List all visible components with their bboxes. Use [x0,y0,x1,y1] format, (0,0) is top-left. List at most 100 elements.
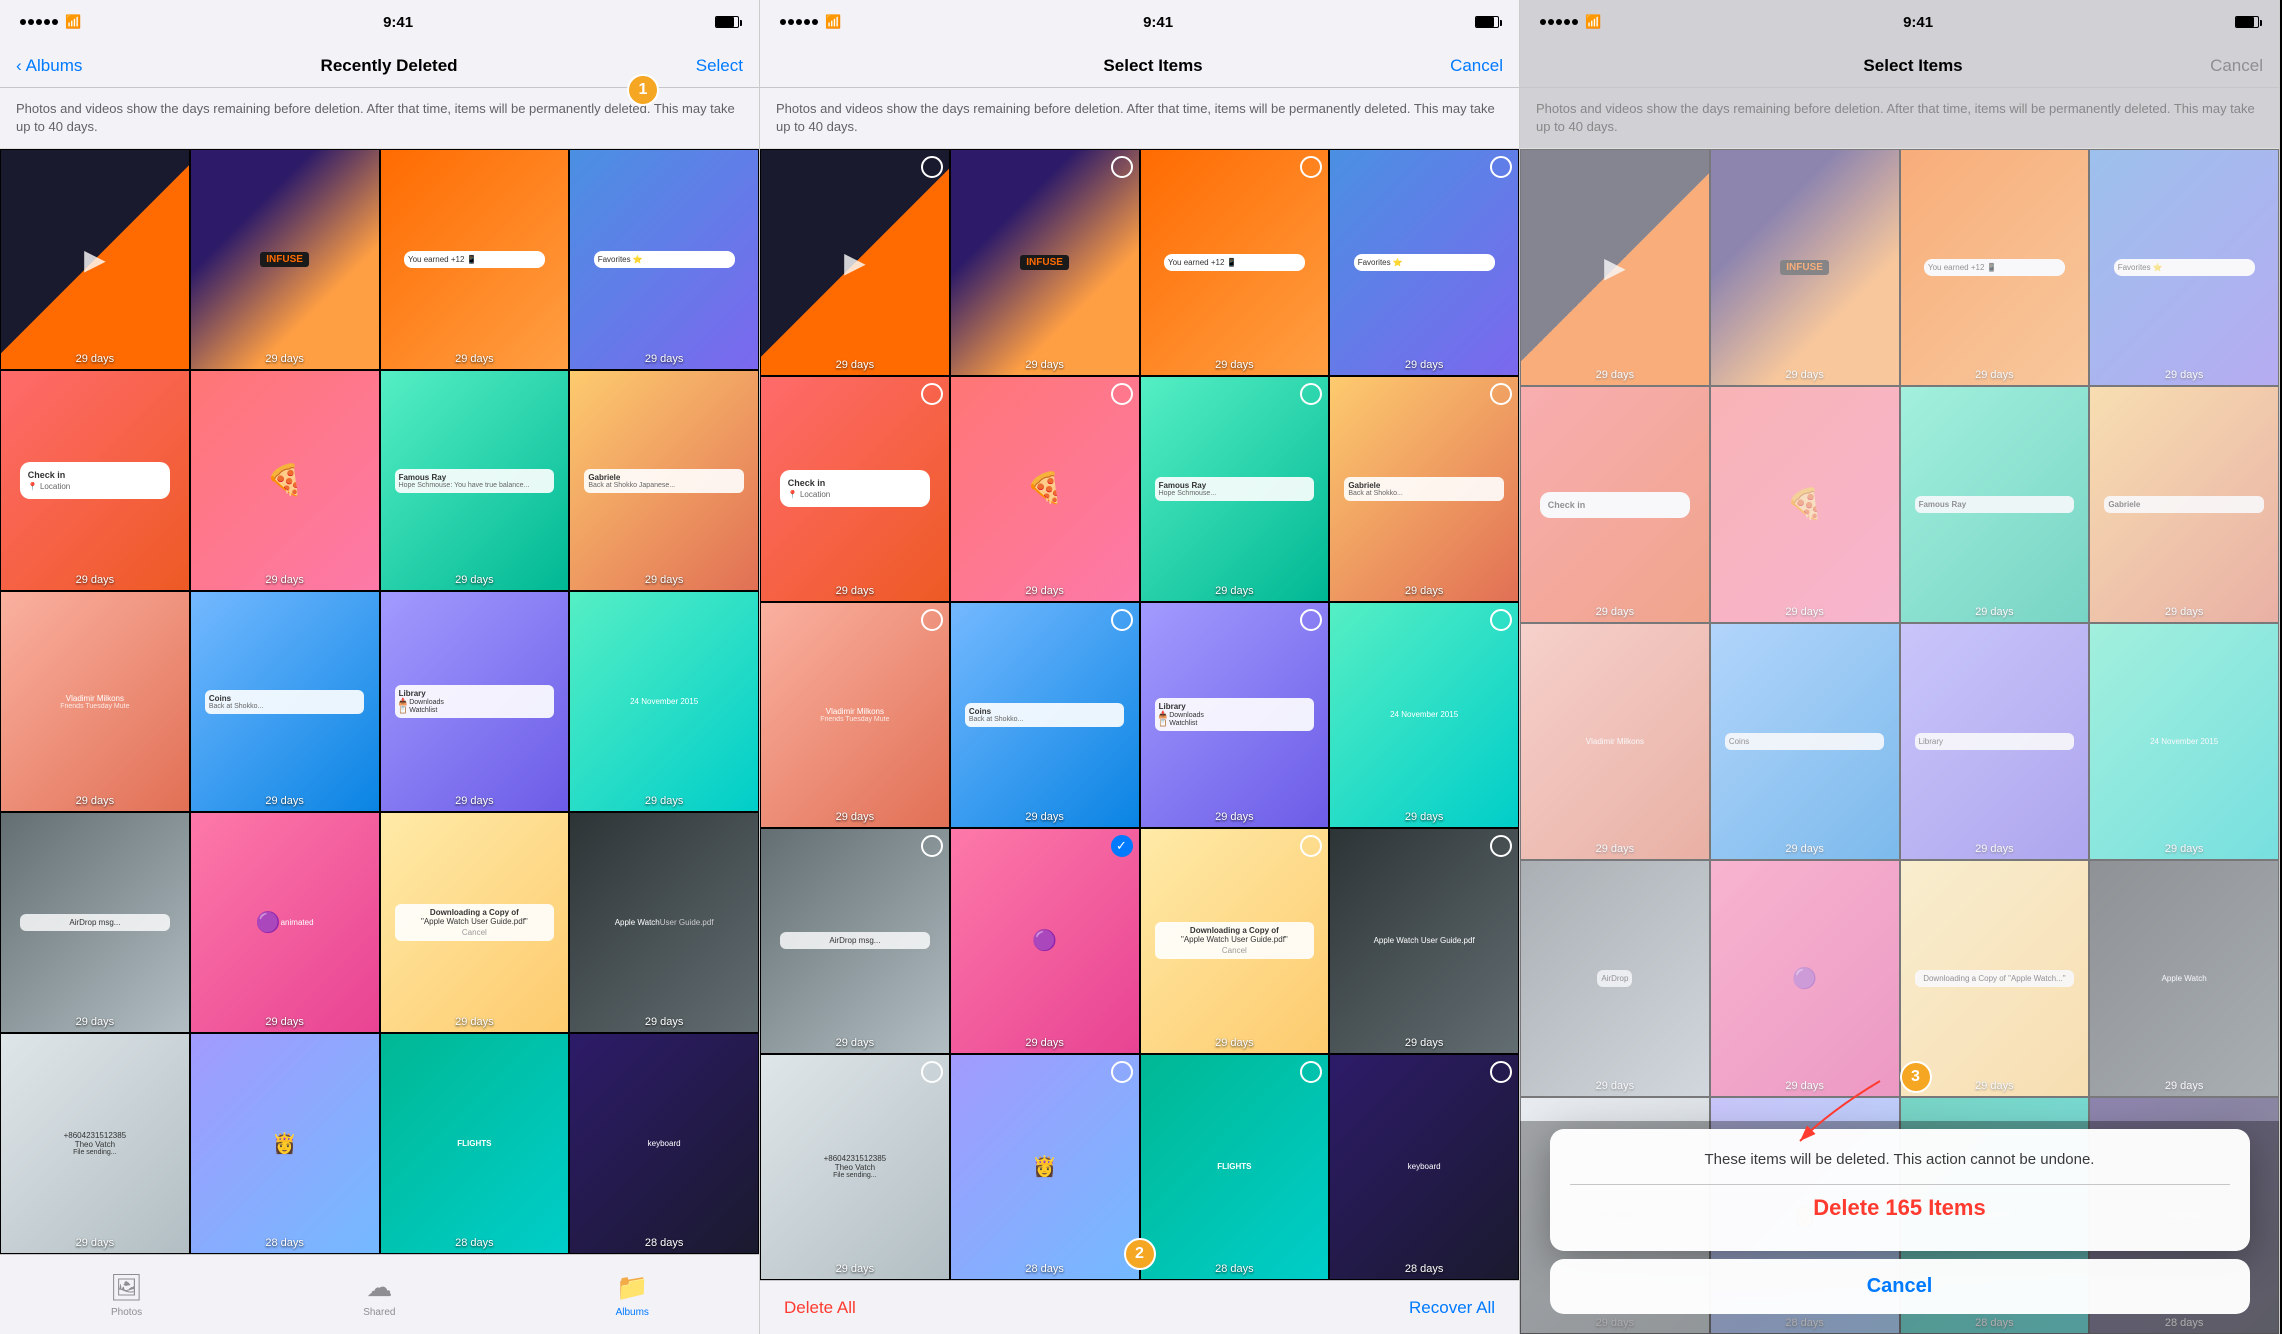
grid-cell-2-1-2[interactable]: INFUSE 29 days [950,149,1140,375]
cell-bg: ▶ [761,150,949,374]
grid-cell-1-2-1[interactable]: Check in 📍 Location 29 days [0,370,190,591]
grid-cell-2-3-2[interactable]: CoinsBack at Shokko... 29 days [950,602,1140,828]
battery-2 [1475,16,1499,28]
dot1 [1540,19,1546,25]
grid-cell-2-1-3[interactable]: You earned +12 📱 29 days [1140,149,1330,375]
grid-cell-2-2-1[interactable]: Check in📍 Location 29 days [760,376,950,602]
day-label: 28 days [191,1237,379,1249]
dot4 [44,19,50,25]
dot4 [1564,19,1570,25]
grid-cell-1-5-3[interactable]: FLIGHTS 28 days [380,1033,570,1254]
cell-bg: keyboard [570,1034,758,1253]
grid-cell-2-3-4[interactable]: 24 November 2015 29 days [1329,602,1519,828]
nav-bar-3: Select Items Cancel [1520,44,2279,88]
grid-cell-2-5-3[interactable]: FLIGHTS 28 days [1140,1054,1330,1280]
grid-cell-1-2-4[interactable]: Gabriele Back at Shokko Japanese... 29 d… [569,370,759,591]
grid-cell-1-3-4[interactable]: 24 November 2015 29 days [569,591,759,812]
selection-circle [1490,1061,1512,1083]
selection-circle [921,835,943,857]
grid-cell-2-4-4[interactable]: Apple Watch User Guide.pdf 29 days [1329,828,1519,1054]
grid-cell-2-5-4[interactable]: keyboard 28 days [1329,1054,1519,1280]
grid-cell-1-1-4[interactable]: Favorites ⭐ 29 days [569,149,759,370]
tab-photos-1[interactable]: 🖼 Photos [110,1272,143,1318]
cancel-button-3[interactable]: Cancel [2210,56,2263,76]
grid-cell-3-3-4: 24 November 2015 29 days [2089,623,2279,860]
grid-cell-2-4-2[interactable]: ✓ 🟣 29 days [950,828,1140,1054]
grid-cell-2-4-1[interactable]: AirDrop msg... 29 days [760,828,950,1054]
battery-1 [715,16,739,28]
bottom-tab-bar-1: 🖼 Photos ☁ Shared 📁 Albums [0,1254,759,1334]
grid-cell-1-4-4[interactable]: Apple Watch User Guide.pdf 29 days [569,812,759,1033]
grid-cell-3-1-1: ▶ 29 days [1520,149,1710,386]
day-label: 29 days [1901,606,2089,618]
cancel-button-2[interactable]: Cancel [1450,56,1503,76]
grid-cell-2-3-3[interactable]: Library📥 Downloads📋 Watchlist 29 days [1140,602,1330,828]
wifi-icon-3: 📶 [1585,14,1601,30]
time-1: 9:41 [383,14,413,31]
grid-cell-2-2-4[interactable]: GabrieleBack at Shokko... 29 days [1329,376,1519,602]
delete-confirm-button[interactable]: Delete 165 Items [1570,1185,2230,1237]
step-badge-1: 1 [627,74,659,106]
alert-cancel-button[interactable]: Cancel [1550,1259,2250,1314]
status-bar-2: 📶 9:41 [760,0,1519,44]
grid-cell-1-3-3[interactable]: Library 📥 Downloads 📋 Watchlist 29 days [380,591,570,812]
grid-cell-1-5-4[interactable]: keyboard 28 days [569,1033,759,1254]
grid-cell-1-1-3[interactable]: You earned +12 📱 29 days [380,149,570,370]
grid-cell-1-2-3[interactable]: Famous Ray Hope Schmouse: You have true … [380,370,570,591]
day-label: 29 days [761,585,949,597]
tab-shared-1[interactable]: ☁ Shared [363,1272,395,1318]
grid-cell-1-3-2[interactable]: Coins Back at Shokko... 29 days [190,591,380,812]
grid-cell-2-3-1[interactable]: Vladimir MilkonsFriends Tuesday Mute 29 … [760,602,950,828]
day-label: 29 days [1,1237,189,1249]
cell-bg: 24 November 2015 [1330,603,1518,827]
cell-bg: Favorites ⭐ [2090,150,2278,385]
day-label: 29 days [381,353,569,365]
grid-cell-1-1-1[interactable]: ▶ 29 days [0,149,190,370]
cell-bg: 🟣 [1711,861,1899,1096]
grid-cell-2-1-4[interactable]: Favorites ⭐ 29 days [1329,149,1519,375]
page-title-3: Select Items [1863,56,1962,76]
grid-cell-2-2-3[interactable]: Famous RayHope Schmouse... 29 days [1140,376,1330,602]
grid-cell-1-3-1[interactable]: Vladimir Milkons Friends Tuesday Mute 29… [0,591,190,812]
cell-bg: Favorites ⭐ [1330,150,1518,374]
step-number-2: 2 [1135,1245,1144,1263]
grid-cell-1-4-2[interactable]: 🟣 animated 29 days [190,812,380,1033]
grid-cell-1-5-1[interactable]: +8604231512385 Theo Vatch File sending..… [0,1033,190,1254]
grid-row-1-3: Vladimir Milkons Friends Tuesday Mute 29… [0,591,759,812]
grid-cell-1-5-2[interactable]: 👸 28 days [190,1033,380,1254]
tab-albums-1[interactable]: 📁 Albums [616,1272,649,1318]
cell-bg: ▶ [1521,150,1709,385]
dot1 [20,19,26,25]
day-label: 28 days [570,1237,758,1249]
grid-cell-2-5-2[interactable]: 👸 28 days [950,1054,1140,1280]
recover-all-button[interactable]: Recover All [1409,1298,1495,1318]
selection-circle [1300,835,1322,857]
tab-photos-label-1: Photos [111,1307,142,1318]
delete-all-button[interactable]: Delete All [784,1298,856,1318]
grid-cell-1-4-1[interactable]: AirDrop msg... 29 days [0,812,190,1033]
selection-circle [1111,383,1133,405]
day-label: 29 days [1521,1080,1709,1092]
grid-row-2-1: ▶ 29 days INFUSE 29 days You earned +12 … [760,149,1519,375]
day-label: 29 days [1330,811,1518,823]
chevron-left-icon-1: ‹ [16,56,22,76]
grid-cell-1-2-2[interactable]: 🍕 29 days [190,370,380,591]
grid-cell-1-1-2[interactable]: INFUSE 29 days [190,149,380,370]
back-button-1[interactable]: ‹ Albums [16,56,82,76]
cell-bg: Famous Ray Hope Schmouse: You have true … [381,371,569,590]
selection-circle [1300,609,1322,631]
grid-cell-2-5-1[interactable]: +8604231512385Theo VatchFile sending... … [760,1054,950,1280]
day-label: 29 days [1901,843,2089,855]
cell-bg: Famous RayHope Schmouse... [1141,377,1329,601]
albums-icon-1: 📁 [616,1272,648,1303]
dot2 [28,19,34,25]
grid-cell-2-1-1[interactable]: ▶ 29 days [760,149,950,375]
day-label: 29 days [1141,585,1329,597]
select-button-1[interactable]: Select [696,56,743,76]
grid-row-2-4: AirDrop msg... 29 days ✓ 🟣 29 days Downl… [760,828,1519,1054]
grid-cell-2-4-3[interactable]: Downloading a Copy of"Apple Watch User G… [1140,828,1330,1054]
grid-cell-1-4-3[interactable]: Downloading a Copy of "Apple Watch User … [380,812,570,1033]
grid-cell-2-2-2[interactable]: 🍕 29 days [950,376,1140,602]
grid-row-2-3: Vladimir MilkonsFriends Tuesday Mute 29 … [760,602,1519,828]
cell-bg: INFUSE [951,150,1139,374]
